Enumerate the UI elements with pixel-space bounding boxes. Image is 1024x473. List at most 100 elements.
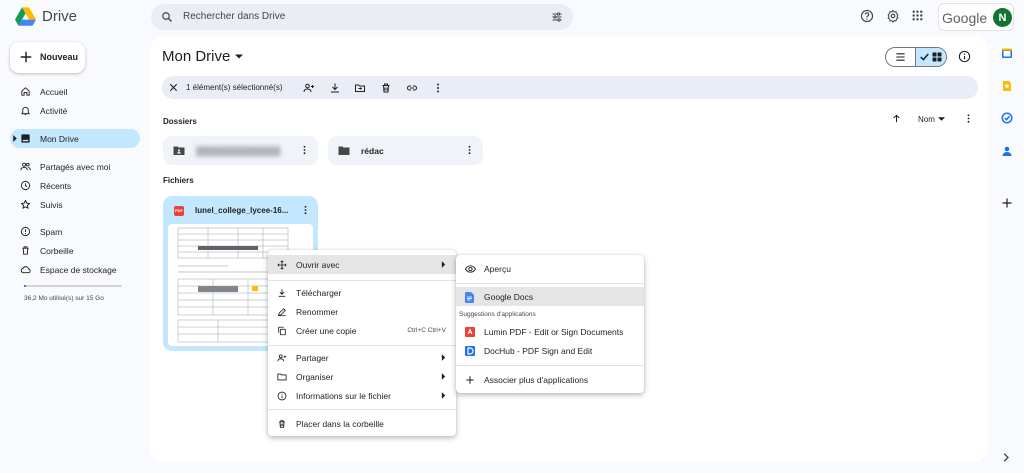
search-bar[interactable]: Rechercher dans Drive: [151, 4, 573, 30]
cloud-icon: [20, 266, 31, 274]
list-view-button[interactable]: [886, 48, 915, 66]
apps-grid-icon[interactable]: [911, 9, 924, 22]
file-name: lunel_college_lycee-16...: [195, 206, 289, 215]
sidebar-item-label: Activité: [40, 106, 68, 116]
sidebar-item-trash[interactable]: Corbeille: [10, 241, 140, 260]
new-button-label: Nouveau: [40, 52, 79, 62]
menu-item-make-copy[interactable]: Créer une copie Ctrl+C Ctrl+V: [268, 321, 456, 340]
page-title-text: Mon Drive: [162, 48, 231, 65]
info-icon: [277, 391, 287, 401]
menu-item-open-with[interactable]: Ouvrir avec: [268, 255, 456, 274]
folder-name: ██████████████: [196, 146, 281, 156]
menu-item-organize[interactable]: Organiser: [268, 367, 456, 386]
sidebar-item-label: Suivis: [40, 200, 63, 210]
search-options-icon[interactable]: [551, 11, 563, 23]
move-icon: [277, 260, 287, 270]
menu-item-label: Créer une copie: [296, 326, 357, 336]
expand-caret-icon[interactable]: [12, 135, 18, 142]
storage-progress-fill: [24, 285, 26, 287]
submenu-arrow-icon: [441, 392, 446, 399]
move-to-folder-icon[interactable]: [354, 82, 366, 94]
folder-card[interactable]: ██████████████: [163, 136, 318, 165]
keep-icon[interactable]: [1001, 80, 1013, 92]
plus-icon: [466, 376, 474, 384]
more-vert-icon[interactable]: [963, 113, 974, 124]
sidebar-item-starred[interactable]: Suivis: [10, 195, 140, 214]
chevron-down-icon[interactable]: [938, 117, 945, 121]
menu-item-preview[interactable]: Aperçu: [456, 259, 644, 278]
sidebar-item-home[interactable]: Accueil: [10, 82, 140, 101]
trash-icon: [279, 420, 285, 428]
view-toggle[interactable]: [885, 47, 947, 67]
search-input[interactable]: Rechercher dans Drive: [183, 11, 285, 22]
menu-item-label: Aperçu: [484, 264, 511, 274]
menu-divider: [268, 409, 456, 410]
grid-view-button[interactable]: [915, 48, 946, 66]
more-vert-icon[interactable]: [300, 204, 311, 216]
menu-item-dochub[interactable]: DocHub - PDF Sign and Edit: [456, 341, 644, 360]
download-icon: [278, 289, 286, 297]
menu-item-lumin-pdf[interactable]: Lumin PDF - Edit or Sign Documents: [456, 322, 644, 341]
sidebar-item-activity[interactable]: Activité: [10, 101, 140, 120]
pdf-icon: PDF: [174, 206, 184, 216]
storage-usage-text: 36,2 Mo utilisé(s) sur 15 Go: [24, 295, 104, 302]
account-switcher[interactable]: Google N: [938, 3, 1014, 31]
menu-item-rename[interactable]: Renommer: [268, 302, 456, 321]
menu-item-download[interactable]: Télécharger: [268, 283, 456, 302]
menu-item-shortcut: Ctrl+C Ctrl+V: [407, 327, 446, 334]
expand-panel-chevron-icon[interactable]: [1003, 453, 1010, 462]
checkmark-icon: [920, 53, 929, 61]
menu-item-connect-more-apps[interactable]: Associer plus d'applications: [456, 370, 644, 389]
close-icon[interactable]: [168, 82, 179, 93]
more-vert-icon[interactable]: [464, 144, 475, 156]
download-icon[interactable]: [329, 82, 341, 94]
folders-heading: Dossiers: [163, 117, 197, 126]
clock-icon: [20, 180, 31, 191]
menu-item-move-to-trash[interactable]: Placer dans la corbeille: [268, 414, 456, 433]
menu-item-label: Télécharger: [296, 288, 342, 298]
more-vert-icon[interactable]: [299, 144, 310, 156]
top-bar: Drive Rechercher dans Drive Google N: [0, 0, 1024, 34]
sidebar-item-shared[interactable]: Partagés avec moi: [10, 157, 140, 176]
sort-direction-icon[interactable]: [891, 113, 902, 124]
sort-label[interactable]: Nom: [918, 115, 935, 124]
folder-card[interactable]: rédac: [328, 136, 483, 165]
menu-item-file-info[interactable]: Informations sur le fichier: [268, 386, 456, 405]
sidebar-item-storage[interactable]: Espace de stockage: [10, 260, 140, 279]
contacts-icon[interactable]: [1001, 145, 1013, 157]
settings-gear-icon[interactable]: [886, 9, 900, 23]
submenu-arrow-icon: [441, 261, 446, 268]
list-icon: [896, 53, 905, 61]
tasks-icon[interactable]: [1001, 112, 1013, 124]
share-user-icon[interactable]: [303, 82, 315, 94]
search-icon[interactable]: [161, 11, 173, 23]
menu-item-label: Renommer: [296, 307, 339, 317]
file-card-header: PDF lunel_college_lycee-16...: [163, 196, 318, 224]
menu-item-label: Informations sur le fichier: [296, 391, 391, 401]
menu-item-label: Placer dans la corbeille: [296, 419, 384, 429]
menu-item-share[interactable]: Partager: [268, 348, 456, 367]
add-addon-icon[interactable]: [1001, 197, 1013, 209]
help-icon[interactable]: [860, 9, 874, 23]
shared-folder-icon: [173, 146, 185, 155]
page-title[interactable]: Mon Drive: [162, 48, 244, 65]
details-info-icon[interactable]: [958, 50, 971, 63]
avatar[interactable]: N: [993, 8, 1012, 27]
drive-logo-icon: [15, 7, 36, 26]
new-button[interactable]: Nouveau: [10, 42, 85, 73]
selection-count: 1 élément(s) sélectionné(s): [186, 83, 283, 92]
sidebar-item-my-drive[interactable]: Mon Drive: [10, 129, 140, 148]
menu-item-label: Google Docs: [484, 292, 534, 302]
link-icon[interactable]: [406, 82, 418, 94]
drive-logo[interactable]: Drive: [15, 7, 77, 26]
sidebar-item-recent[interactable]: Récents: [10, 176, 140, 195]
suggestions-heading: Suggestions d'applications: [459, 311, 536, 318]
people-icon: [20, 162, 31, 171]
menu-item-label: Ouvrir avec: [296, 260, 340, 270]
more-vert-icon[interactable]: [432, 82, 444, 94]
lumin-icon: [465, 327, 475, 337]
calendar-icon[interactable]: [1001, 47, 1013, 59]
trash-icon[interactable]: [380, 82, 392, 94]
sidebar-item-spam[interactable]: Spam: [10, 222, 140, 241]
menu-item-google-docs[interactable]: Google Docs: [456, 287, 644, 306]
